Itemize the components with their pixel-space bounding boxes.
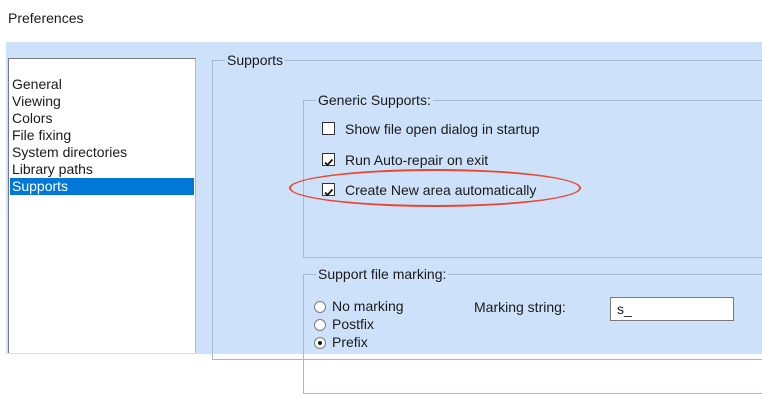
checkmark-icon <box>324 188 334 197</box>
postfix-radio[interactable] <box>314 319 326 331</box>
marking-string-input[interactable] <box>610 297 734 321</box>
no-marking-radio[interactable] <box>314 301 326 313</box>
run-auto-repair-label: Run Auto-repair on exit <box>345 152 489 168</box>
create-new-area-checkbox[interactable] <box>322 183 335 197</box>
radio-selected-dot <box>318 341 322 345</box>
category-list[interactable]: General Viewing Colors File fixing Syste… <box>8 58 196 353</box>
no-marking-label: No marking <box>332 298 404 314</box>
prefix-label: Prefix <box>332 334 368 350</box>
run-auto-repair-checkbox[interactable] <box>322 153 335 167</box>
supports-group-legend: Supports <box>225 52 286 69</box>
preferences-dialog: General Viewing Colors File fixing Syste… <box>6 42 762 394</box>
category-file-fixing[interactable]: File fixing <box>10 127 194 144</box>
show-file-open-dialog-label: Show file open dialog in startup <box>345 121 540 137</box>
category-system-directories[interactable]: System directories <box>10 144 194 161</box>
category-viewing[interactable]: Viewing <box>10 93 194 110</box>
category-supports[interactable]: Supports <box>10 178 194 195</box>
window-title: Preferences <box>8 10 84 26</box>
category-library-paths[interactable]: Library paths <box>10 161 194 178</box>
show-file-open-dialog-checkbox[interactable] <box>322 122 335 135</box>
supports-group: Supports Generic Supports: Show file ope… <box>212 52 762 394</box>
marking-string-label: Marking string: <box>474 299 566 315</box>
checkmark-icon <box>324 158 334 167</box>
generic-supports-group: Generic Supports: Show file open dialog … <box>303 92 762 258</box>
category-general[interactable]: General <box>10 76 194 93</box>
support-file-marking-group: Support file marking: No marking Postfix… <box>303 266 762 394</box>
prefix-radio[interactable] <box>314 337 326 349</box>
create-new-area-label: Create New area automatically <box>345 182 537 198</box>
generic-supports-legend: Generic Supports: <box>316 92 433 109</box>
category-colors[interactable]: Colors <box>10 110 194 127</box>
support-file-marking-legend: Support file marking: <box>316 266 449 283</box>
postfix-label: Postfix <box>332 316 375 332</box>
